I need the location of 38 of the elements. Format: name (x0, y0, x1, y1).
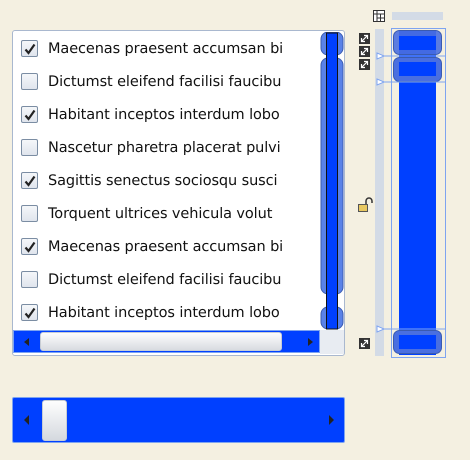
checkbox[interactable] (21, 172, 38, 189)
checkbox[interactable] (21, 271, 38, 288)
resize-icon[interactable] (359, 59, 370, 70)
left-arrow-icon[interactable] (22, 414, 30, 426)
item-label: Habitant inceptos interdum lobo (48, 304, 280, 320)
item-label: Maecenas praesent accumsan bi (48, 40, 284, 56)
resize-icon[interactable] (359, 33, 370, 44)
checkbox[interactable] (21, 304, 38, 321)
resize-icon[interactable] (359, 338, 370, 349)
horizontal-scrollbar[interactable] (12, 397, 345, 443)
right-arrow-icon[interactable] (328, 414, 336, 426)
resize-icon[interactable] (359, 46, 370, 57)
row-marker[interactable] (376, 52, 446, 60)
scroll-thumb[interactable] (42, 400, 67, 440)
horizontal-scrollbar[interactable] (13, 330, 320, 353)
scrollbar-corner (320, 330, 344, 354)
item-label: Dictumst eleifend facilisi faucibu (48, 272, 282, 288)
checkbox[interactable] (21, 40, 38, 57)
checkbox[interactable] (21, 238, 38, 255)
vertical-scrollbar[interactable] (320, 32, 344, 330)
row-marker[interactable] (376, 78, 446, 86)
item-label: Habitant inceptos interdum lobo (48, 106, 280, 122)
row-marker[interactable] (376, 325, 446, 333)
item-label: Nascetur pharetra placerat pulvi (48, 140, 281, 156)
left-arrow-icon[interactable] (22, 336, 30, 346)
ruler-bar (392, 12, 443, 20)
item-label: Torquent ultrices vehicula volut (48, 206, 272, 222)
checkbox[interactable] (21, 73, 38, 90)
right-arrow-icon[interactable] (307, 336, 315, 346)
grid-icon[interactable] (373, 10, 385, 22)
checkbox[interactable] (21, 106, 38, 123)
unlock-icon[interactable] (358, 197, 373, 212)
checkbox[interactable] (21, 139, 38, 156)
checkbox[interactable] (21, 205, 38, 222)
item-label: Sagittis senectus sociosqu susci (48, 172, 278, 188)
scroll-thumb[interactable] (40, 332, 282, 351)
item-label: Dictumst eleifend facilisi faucibu (48, 74, 282, 90)
item-label: Maecenas praesent accumsan bi (48, 238, 284, 254)
